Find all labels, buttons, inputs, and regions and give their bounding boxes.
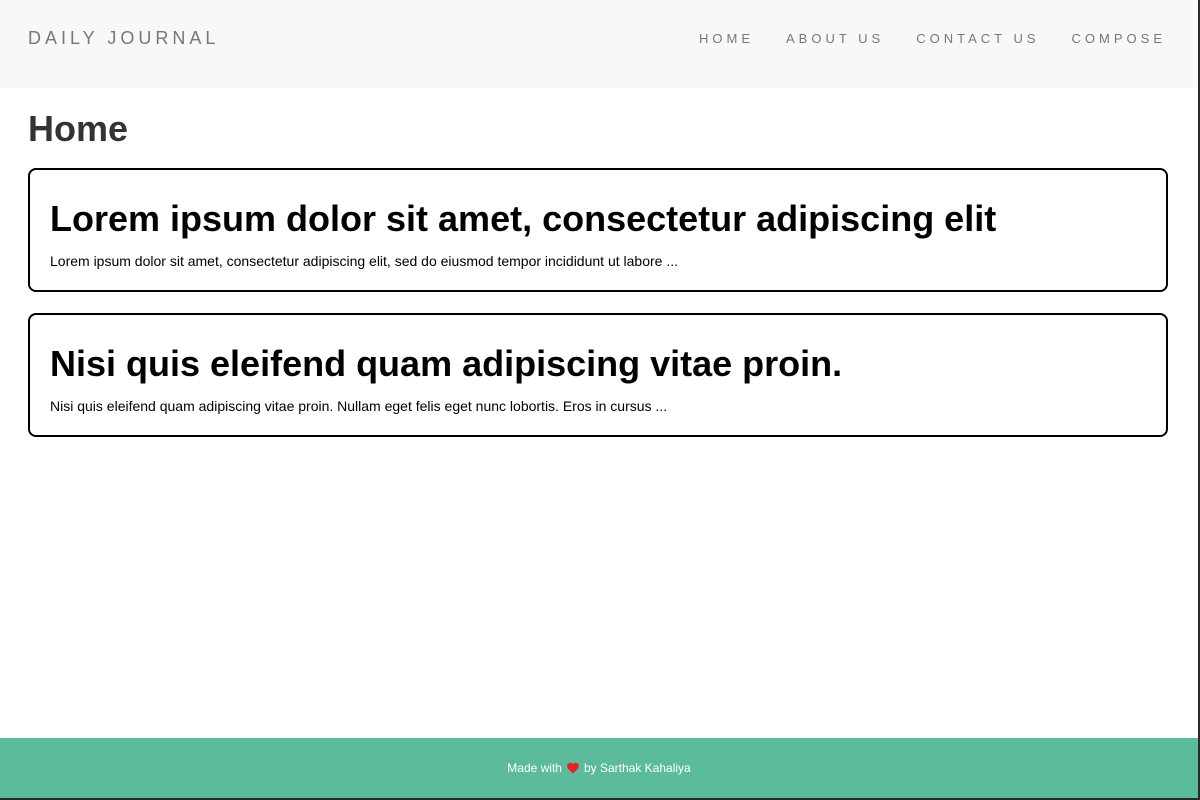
- nav-links: HOME ABOUT US CONTACT US COMPOSE: [667, 30, 1166, 48]
- post-excerpt: Nisi quis eleifend quam adipiscing vitae…: [50, 398, 668, 414]
- post-excerpt: Lorem ipsum dolor sit amet, consectetur …: [50, 253, 678, 269]
- footer-text: Made with by Sarthak Kahaliya: [507, 760, 690, 776]
- nav-link-home[interactable]: HOME: [699, 31, 754, 47]
- footer: Made with by Sarthak Kahaliya: [0, 738, 1198, 798]
- nav-item-home: HOME: [699, 30, 754, 48]
- nav-link-compose[interactable]: COMPOSE: [1072, 31, 1166, 47]
- footer-prefix: Made with: [507, 761, 562, 775]
- nav-item-about: ABOUT US: [786, 30, 884, 48]
- post-list: Lorem ipsum dolor sit amet, consectetur …: [28, 168, 1168, 458]
- nav-link-contact-us[interactable]: CONTACT US: [916, 31, 1039, 47]
- footer-suffix: by Sarthak Kahaliya: [583, 761, 691, 775]
- post-title: Lorem ipsum dolor sit amet, consectetur …: [50, 198, 997, 239]
- post-title: Nisi quis eleifend quam adipiscing vitae…: [50, 343, 843, 384]
- navbar: DAILY JOURNAL HOME ABOUT US CONTACT US C…: [0, 0, 1198, 88]
- post-card: Nisi quis eleifend quam adipiscing vitae…: [28, 313, 1168, 437]
- page-title: Home: [28, 108, 129, 149]
- brand-link[interactable]: DAILY JOURNAL: [28, 27, 219, 49]
- heart-icon: [566, 761, 580, 775]
- nav-item-compose: COMPOSE: [1072, 30, 1166, 48]
- nav-item-contact: CONTACT US: [916, 30, 1039, 48]
- post-card: Lorem ipsum dolor sit amet, consectetur …: [28, 168, 1168, 292]
- nav-link-about-us[interactable]: ABOUT US: [786, 31, 884, 47]
